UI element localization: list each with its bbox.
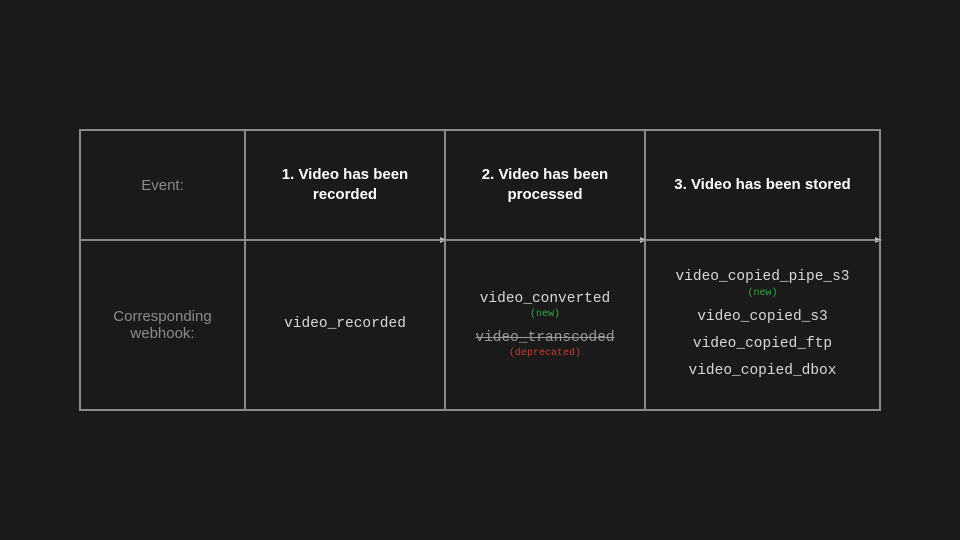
webhook-name-deprecated: video_transcoded (475, 330, 614, 347)
label-webhook: Corresponding webhook: (81, 308, 244, 342)
webhook-name: video_converted (480, 291, 611, 308)
table-row: Corresponding webhook: video_recorded vi… (80, 240, 880, 410)
webhook-name: video_copied_ftp (693, 336, 832, 353)
webhook-col-1: video_recorded (245, 240, 445, 410)
webhook-col-2: video_converted (new) video_transcoded (… (445, 240, 645, 410)
event-text: 2. Video has been processed (446, 165, 644, 206)
tag-new: (new) (747, 289, 777, 299)
webhook-name: video_copied_s3 (697, 309, 828, 326)
event-col-2: 2. Video has been processed (445, 130, 645, 240)
webhook-item: video_converted (new) (480, 291, 611, 320)
webhook-name: video_recorded (284, 316, 406, 333)
event-text: 1. Video has been recorded (246, 165, 444, 206)
webhook-name: video_copied_pipe_s3 (675, 269, 849, 286)
webhook-item: video_transcoded (deprecated) (475, 330, 614, 359)
event-col-1: 1. Video has been recorded (245, 130, 445, 240)
row-header-event: Event: (80, 130, 245, 240)
webhook-name: video_copied_dbox (689, 363, 837, 380)
row-header-webhook: Corresponding webhook: (80, 240, 245, 410)
tag-new: (new) (530, 310, 560, 320)
label-event: Event: (141, 177, 184, 194)
event-webhook-table: Event: 1. Video has been recorded 2. Vid… (79, 129, 881, 411)
event-col-3: 3. Video has been stored (645, 130, 880, 240)
event-text: 3. Video has been stored (666, 175, 858, 195)
webhook-item: video_copied_pipe_s3 (new) (675, 269, 849, 298)
tag-deprecated: (deprecated) (509, 349, 581, 359)
webhook-col-3: video_copied_pipe_s3 (new) video_copied_… (645, 240, 880, 410)
table-row: Event: 1. Video has been recorded 2. Vid… (80, 130, 880, 240)
